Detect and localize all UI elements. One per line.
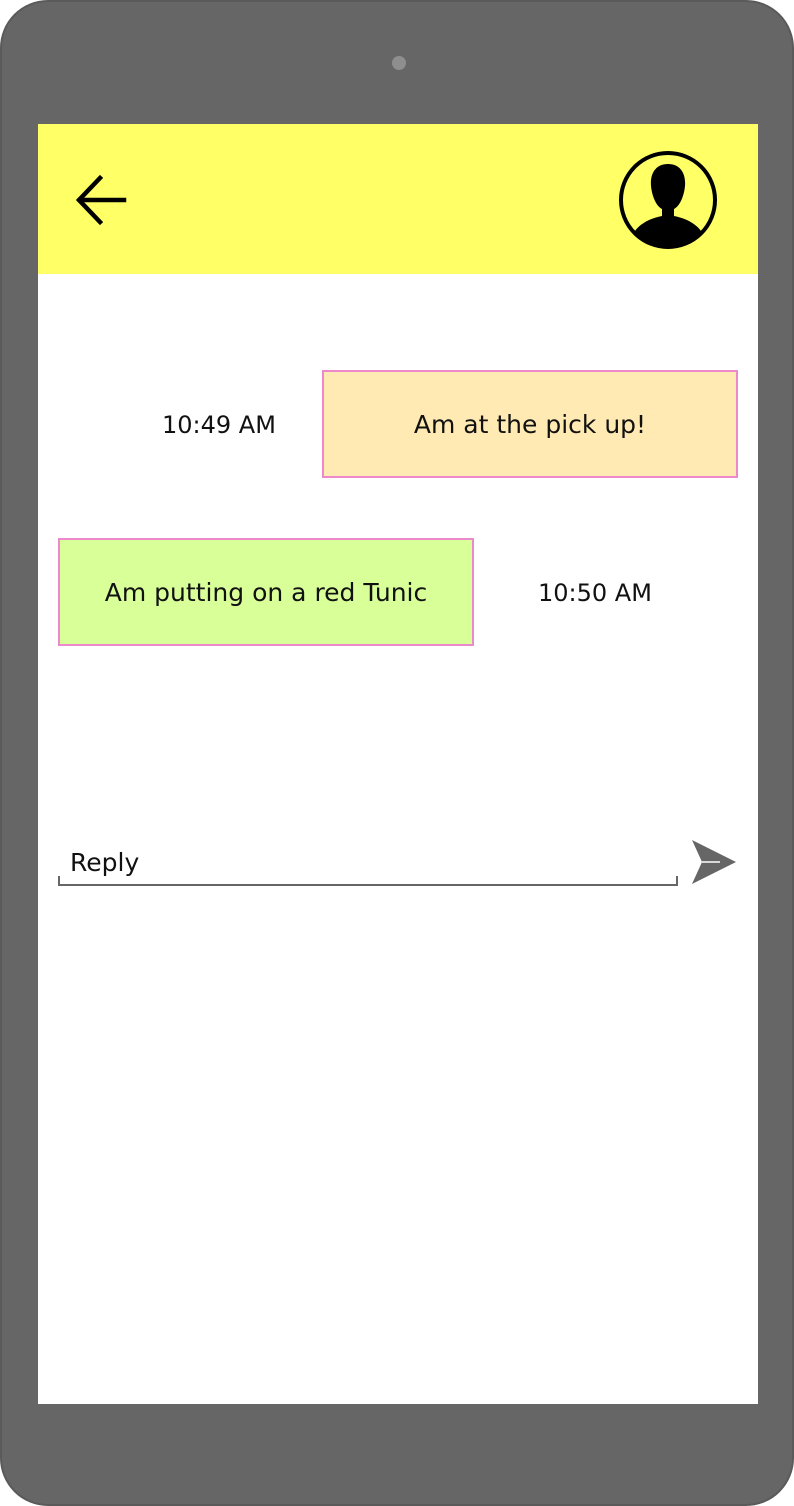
chat-screen: 10:49 AM Am at the pick up! Am putting o… <box>38 124 758 1404</box>
message-time: 10:50 AM <box>538 579 652 607</box>
send-button[interactable] <box>690 838 738 886</box>
chat-header <box>38 124 758 274</box>
message-time: 10:49 AM <box>162 411 276 439</box>
phone-frame: 10:49 AM Am at the pick up! Am putting o… <box>0 0 794 1506</box>
outgoing-message-bubble[interactable]: Am at the pick up! <box>322 370 738 478</box>
back-button[interactable] <box>74 172 130 228</box>
contact-avatar[interactable] <box>618 150 718 250</box>
arrow-left-icon <box>75 174 127 226</box>
message-text: Am putting on a red Tunic <box>104 577 428 607</box>
reply-underline <box>58 876 678 886</box>
camera-dot <box>392 56 406 70</box>
user-avatar-icon <box>619 151 717 249</box>
send-icon <box>692 840 736 884</box>
reply-field <box>58 840 678 886</box>
incoming-message-bubble[interactable]: Am putting on a red Tunic <box>58 538 474 646</box>
message-text: Am at the pick up! <box>413 409 647 439</box>
